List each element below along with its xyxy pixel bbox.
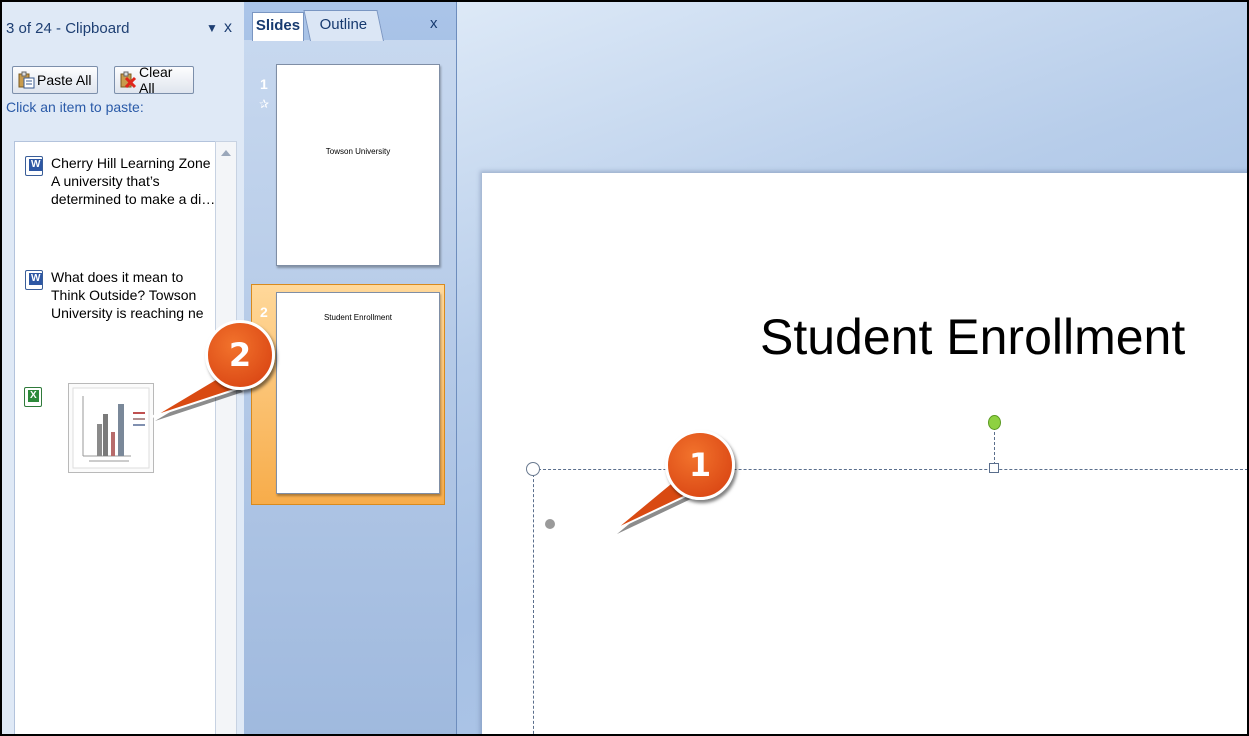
callout-badge-1: 1 [665, 430, 735, 500]
callout-badge-2: 2 [205, 320, 275, 390]
powerpoint-window: 3 of 24 - Clipboard ▼ x Paste All Clear … [0, 0, 1249, 736]
callout-pointers [151, 372, 693, 534]
